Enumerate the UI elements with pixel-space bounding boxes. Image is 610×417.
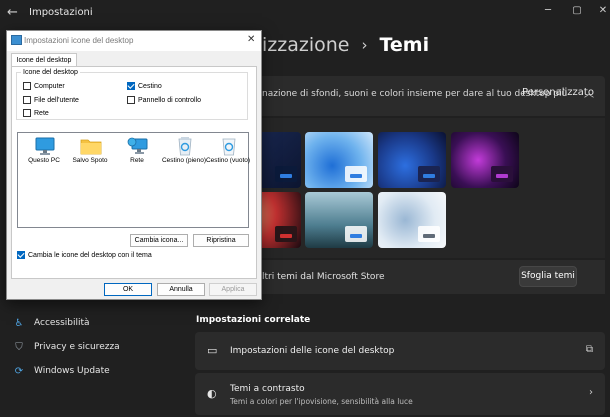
checkbox-label: Cambia le icone del desktop con il tema bbox=[28, 251, 152, 259]
related-settings-title: Impostazioni correlate bbox=[196, 315, 311, 325]
list-item[interactable]: Questo PC bbox=[20, 136, 68, 174]
recycle-bin-full-icon bbox=[178, 137, 192, 156]
change-icon-button[interactable]: Cambia icona... bbox=[130, 234, 188, 247]
list-item-label: Cestino (vuoto) bbox=[205, 157, 251, 164]
close-icon[interactable]: ✕ bbox=[592, 3, 610, 19]
maximize-icon[interactable]: ▢ bbox=[566, 3, 588, 19]
checkbox-label: Rete bbox=[34, 109, 49, 117]
app-title: Impostazioni bbox=[29, 7, 93, 18]
sidebar-item-privacy[interactable]: ⛉ Privacy e sicurezza bbox=[12, 338, 120, 356]
checkbox-box[interactable] bbox=[23, 82, 31, 90]
group-title: Icone del desktop bbox=[21, 69, 80, 76]
contrast-themes-row[interactable]: ◐ Temi a contrasto Temi a colori per l'i… bbox=[195, 373, 605, 415]
sidebar-item-windows-update[interactable]: ⟳ Windows Update bbox=[12, 362, 110, 380]
ok-button[interactable]: OK bbox=[104, 283, 152, 296]
checkbox-box[interactable] bbox=[127, 82, 135, 90]
checkbox-recycle-bin[interactable]: Cestino bbox=[127, 82, 162, 90]
title-bar: ← Impostazioni ─ ▢ ✕ bbox=[0, 0, 610, 28]
desktop-icon-settings-dialog: Impostazioni icone del desktop ✕ Icone d… bbox=[6, 30, 262, 300]
store-text: ltri temi dal Microsoft Store bbox=[262, 272, 385, 282]
checkbox-label: Cestino bbox=[138, 82, 162, 90]
external-link-icon: ⧉ bbox=[585, 344, 593, 355]
desktop-icon-list: Questo PC Salvo Spoto Rete Cestino (pien… bbox=[17, 132, 252, 228]
desktop-icon-settings-row[interactable]: ▭ Impostazioni delle icone del desktop ⧉ bbox=[195, 332, 605, 370]
checkbox-control-panel[interactable]: Pannello di controllo bbox=[127, 96, 201, 104]
network-icon bbox=[127, 137, 148, 154]
update-icon: ⟳ bbox=[14, 365, 24, 377]
shield-icon: ⛉ bbox=[15, 341, 23, 353]
related-item-label: Temi a contrasto bbox=[230, 384, 305, 394]
list-item[interactable]: Cestino (pieno) bbox=[160, 136, 208, 174]
breadcrumb-separator: › bbox=[361, 36, 368, 54]
tab-desktop-icons[interactable]: Icone del desktop bbox=[11, 53, 77, 67]
theme-thumbnail[interactable] bbox=[378, 132, 446, 188]
checkbox-box[interactable] bbox=[17, 251, 25, 259]
computer-icon bbox=[35, 137, 55, 155]
breadcrumb: izzazione › Temi bbox=[262, 30, 429, 60]
browse-themes-button[interactable]: Sfoglia temi bbox=[519, 266, 577, 287]
apply-button[interactable]: Applica bbox=[209, 283, 257, 296]
folder-icon bbox=[80, 139, 102, 155]
restore-default-button[interactable]: Ripristina bbox=[193, 234, 249, 247]
minimize-icon[interactable]: ─ bbox=[537, 3, 559, 19]
cancel-button[interactable]: Annulla bbox=[157, 283, 205, 296]
accessibility-icon: ♿ bbox=[14, 317, 24, 329]
checkbox-label: Computer bbox=[34, 82, 65, 90]
dialog-app-icon bbox=[11, 35, 22, 45]
checkbox-label: File dell'utente bbox=[34, 96, 79, 104]
checkbox-network[interactable]: Rete bbox=[23, 109, 49, 117]
chevron-right-icon: › bbox=[589, 387, 593, 398]
close-icon[interactable]: ✕ bbox=[247, 34, 255, 45]
theme-thumbnail[interactable] bbox=[305, 132, 373, 188]
checkbox-box[interactable] bbox=[23, 109, 31, 117]
sidebar-item-label: Privacy e sicurezza bbox=[34, 342, 120, 352]
monitor-icon: ▭ bbox=[207, 344, 218, 357]
page-title: Temi bbox=[379, 34, 430, 56]
checkbox-label: Pannello di controllo bbox=[138, 96, 202, 104]
breadcrumb-parent[interactable]: izzazione bbox=[262, 34, 349, 56]
theme-thumbnail[interactable] bbox=[305, 192, 373, 248]
sidebar-item-label: Windows Update bbox=[34, 366, 110, 376]
dialog-title-bar: Impostazioni icone del desktop ✕ bbox=[7, 31, 261, 51]
contrast-icon: ◐ bbox=[207, 387, 217, 400]
chevron-up-icon[interactable]: ︿ bbox=[584, 85, 594, 100]
checkbox-allow-themes[interactable]: Cambia le icone del desktop con il tema bbox=[17, 251, 152, 259]
related-item-subtitle: Temi a colori per l'ipovisione, sensibil… bbox=[230, 397, 413, 406]
theme-thumbnail[interactable] bbox=[451, 132, 519, 188]
checkbox-box[interactable] bbox=[127, 96, 135, 104]
theme-thumbnail[interactable] bbox=[378, 192, 446, 248]
checkbox-user-files[interactable]: File dell'utente bbox=[23, 96, 79, 104]
sidebar-item-accessibility[interactable]: ♿ Accessibilità bbox=[12, 314, 90, 332]
list-item[interactable]: Salvo Spoto bbox=[66, 136, 114, 174]
list-item[interactable]: Rete bbox=[113, 136, 161, 174]
related-item-label: Impostazioni delle icone del desktop bbox=[230, 346, 395, 356]
recycle-bin-empty-icon bbox=[222, 138, 236, 156]
list-item[interactable]: Cestino (vuoto) bbox=[204, 136, 252, 174]
checkbox-computer[interactable]: Computer bbox=[23, 82, 65, 90]
back-arrow-icon[interactable]: ← bbox=[7, 6, 21, 20]
sidebar-item-label: Accessibilità bbox=[34, 318, 90, 328]
dialog-title: Impostazioni icone del desktop bbox=[24, 36, 134, 45]
checkbox-box[interactable] bbox=[23, 96, 31, 104]
